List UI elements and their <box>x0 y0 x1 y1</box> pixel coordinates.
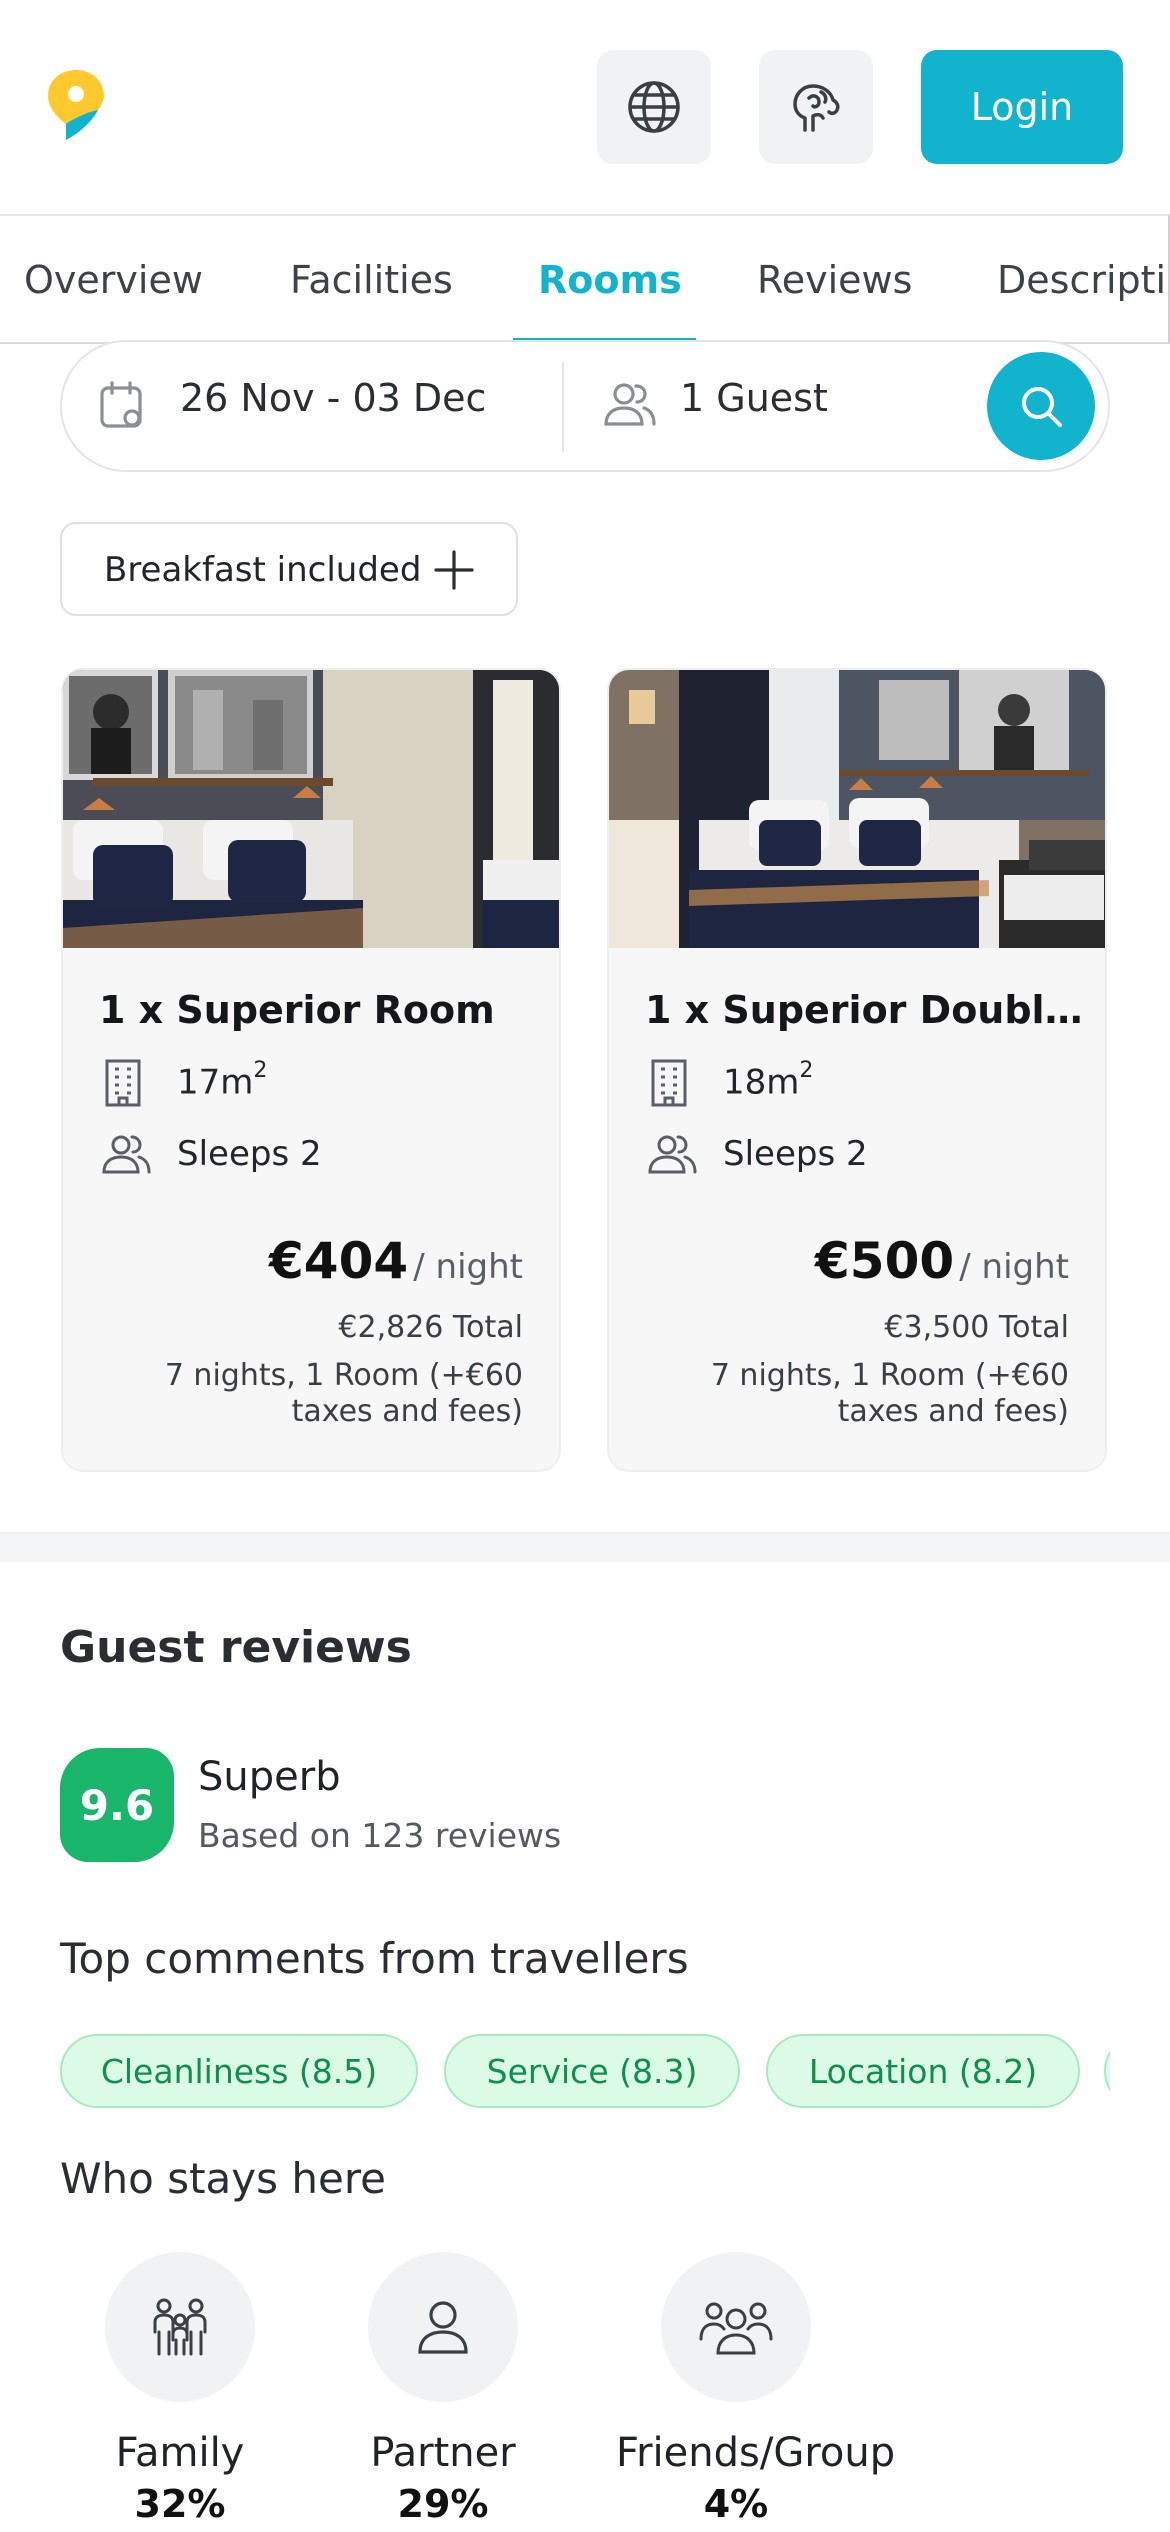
room-size: 17m2 <box>177 1058 267 1103</box>
search-icon <box>1022 387 1062 427</box>
room-photo <box>63 670 559 948</box>
breakfast-filter-chip[interactable]: Breakfast included <box>60 522 518 616</box>
ai-assistant-button[interactable] <box>759 50 873 164</box>
room-sleeps: Sleeps 2 <box>723 1134 868 1174</box>
room-nights-note: 7 nights, 1 Room (+€60 taxes and fees) <box>164 1358 523 1429</box>
who-stays-family: Family 32% <box>60 2252 300 2526</box>
section-separator <box>0 1532 1170 1562</box>
price-amount: €404 <box>269 1232 409 1290</box>
who-stays-friends-group: Friends/Group 4% <box>616 2252 896 2526</box>
room-size-unit: 2 <box>253 1058 268 1083</box>
who-percentage: 4% <box>703 2482 769 2526</box>
who-percentage: 29% <box>397 2482 489 2526</box>
room-nights-note: 7 nights, 1 Room (+€60 taxes and fees) <box>710 1358 1069 1429</box>
rating-word: Superb <box>198 1754 341 1800</box>
room-size-unit: 2 <box>799 1058 814 1083</box>
tag-cleanliness[interactable]: Cleanliness (8.5) <box>60 2034 418 2108</box>
guest-reviews-title: Guest reviews <box>60 1622 412 1673</box>
person-icon-circle <box>368 2252 518 2402</box>
review-score-badge: 9.6 <box>60 1748 174 1862</box>
search-button[interactable] <box>987 352 1095 460</box>
map-pin-logo[interactable] <box>44 66 108 146</box>
family-icon-circle <box>105 2252 255 2402</box>
app-header: Login <box>0 0 1170 214</box>
room-size-value: 17m <box>177 1062 254 1103</box>
room-price: €500 / night <box>815 1232 1069 1290</box>
who-stays-partner: Partner 29% <box>323 2252 563 2526</box>
section-tabs: Overview Facilities Rooms Reviews Descri… <box>0 214 1170 344</box>
room-sleeps: Sleeps 2 <box>177 1134 322 1174</box>
who-stays-title: Who stays here <box>60 2154 387 2203</box>
person-icon <box>418 2301 468 2354</box>
price-unit: / night <box>959 1247 1069 1287</box>
family-icon <box>153 2298 207 2356</box>
who-label: Family <box>115 2430 245 2476</box>
who-label: Friends/Group <box>616 2430 896 2476</box>
globe-icon <box>628 81 680 133</box>
rating-count[interactable]: Based on 123 reviews <box>198 1816 561 1855</box>
room-size: 18m2 <box>723 1058 813 1103</box>
tab-description[interactable]: Description <box>997 216 1168 342</box>
price-amount: €500 <box>815 1232 955 1290</box>
login-button[interactable]: Login <box>921 50 1123 164</box>
plus-icon <box>434 550 474 590</box>
top-comments-title: Top comments from travellers <box>60 1934 689 1983</box>
tab-overview[interactable]: Overview <box>24 216 203 342</box>
room-card[interactable]: 1 x Superior Doubl... 18m2 Sleeps 2 €500… <box>607 668 1107 1472</box>
guest-count-field[interactable]: 1 Guest <box>680 376 828 420</box>
tab-reviews[interactable]: Reviews <box>757 216 912 342</box>
search-divider <box>562 362 564 452</box>
language-button[interactable] <box>597 50 711 164</box>
who-label: Partner <box>370 2430 516 2476</box>
date-range-field[interactable]: 26 Nov - 03 Dec <box>180 376 486 420</box>
breakfast-filter-label: Breakfast included <box>104 550 422 590</box>
group-icon-circle <box>661 2252 811 2402</box>
guests-icon <box>102 1135 151 1174</box>
tag-location[interactable]: Location (8.2) <box>766 2034 1080 2108</box>
brain-icon <box>793 84 840 132</box>
room-photo <box>609 670 1105 948</box>
room-price: €404 / night <box>269 1232 523 1290</box>
who-percentage: 32% <box>134 2482 226 2526</box>
room-size-value: 18m <box>723 1062 800 1103</box>
room-card[interactable]: 1 x Superior Room 17m2 Sleeps 2 €404 / n… <box>61 668 561 1472</box>
group-icon <box>699 2302 773 2355</box>
guests-icon <box>604 383 656 426</box>
booking-search-bar: 26 Nov - 03 Dec 1 Guest <box>60 340 1110 472</box>
building-icon <box>651 1059 687 1107</box>
guests-icon <box>648 1135 697 1174</box>
room-title: 1 x Superior Doubl... <box>645 988 1085 1032</box>
tag-more[interactable] <box>1104 2034 1110 2108</box>
building-icon <box>105 1059 141 1107</box>
price-unit: / night <box>413 1247 523 1287</box>
calendar-icon <box>100 381 142 428</box>
room-title: 1 x Superior Room <box>99 988 495 1032</box>
room-total: €3,500 Total <box>884 1310 1069 1345</box>
review-category-tags: Cleanliness (8.5) Service (8.3) Location… <box>60 2034 1110 2110</box>
tab-rooms[interactable]: Rooms <box>538 216 682 342</box>
tag-service[interactable]: Service (8.3) <box>444 2034 740 2108</box>
tab-facilities[interactable]: Facilities <box>290 216 453 342</box>
room-total: €2,826 Total <box>338 1310 523 1345</box>
